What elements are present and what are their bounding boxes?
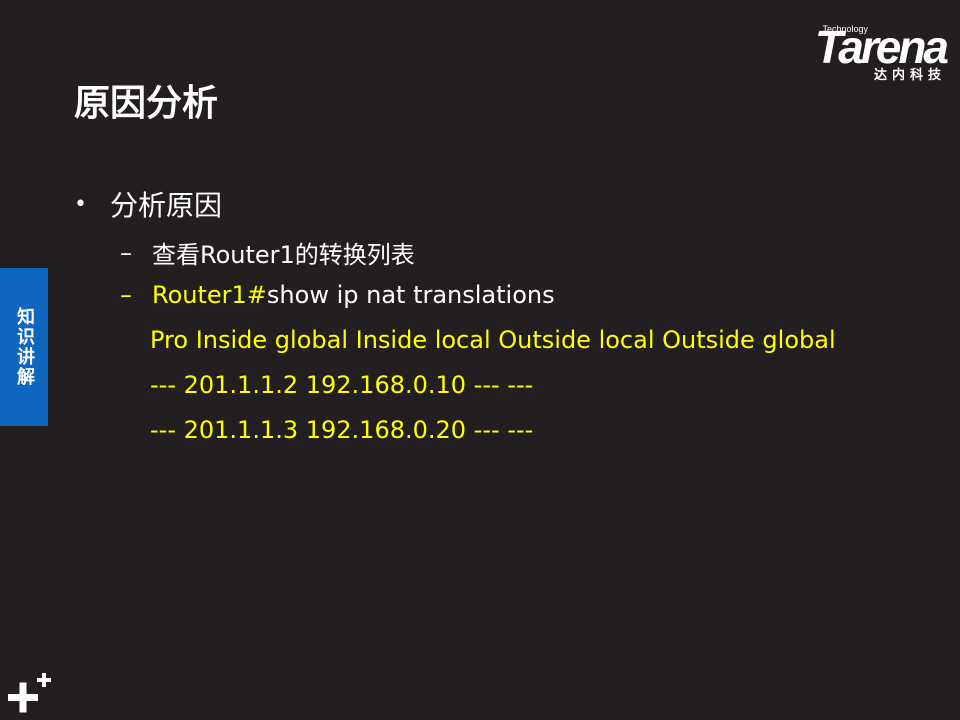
sub-item-prefix: Router1# bbox=[152, 281, 267, 309]
sub-item-text: show ip nat translations bbox=[266, 281, 555, 309]
tarena-logo: Technology Tarena 达内科技 bbox=[776, 22, 949, 84]
side-tab-label: 知识讲解 bbox=[14, 307, 35, 387]
dash-icon: – bbox=[120, 281, 132, 309]
page-title: 原因分析 bbox=[74, 83, 219, 124]
nat-table-row: --- 201.1.1.3 192.168.0.20 --- --- bbox=[150, 416, 534, 444]
bullet-dot-icon: • bbox=[74, 191, 87, 217]
bullet-text: 分析原因 bbox=[110, 189, 223, 222]
sub-item-text: 查看Router1的转换列表 bbox=[152, 241, 415, 269]
nat-table-row: --- 201.1.1.2 192.168.0.10 --- --- bbox=[150, 371, 534, 399]
dash-icon: – bbox=[120, 238, 132, 267]
side-section-tab: 知识讲解 bbox=[0, 268, 48, 426]
plus-icon bbox=[8, 673, 51, 713]
sub-item: – 查看Router1的转换列表 bbox=[120, 235, 415, 270]
sub-item: – Router1# show ip nat translations bbox=[120, 281, 555, 309]
bullet-item: • 分析原因 bbox=[74, 184, 222, 224]
nat-table-header: Pro Inside global Inside local Outside l… bbox=[150, 326, 836, 354]
logo-chinese-name: 达内科技 bbox=[873, 68, 946, 83]
